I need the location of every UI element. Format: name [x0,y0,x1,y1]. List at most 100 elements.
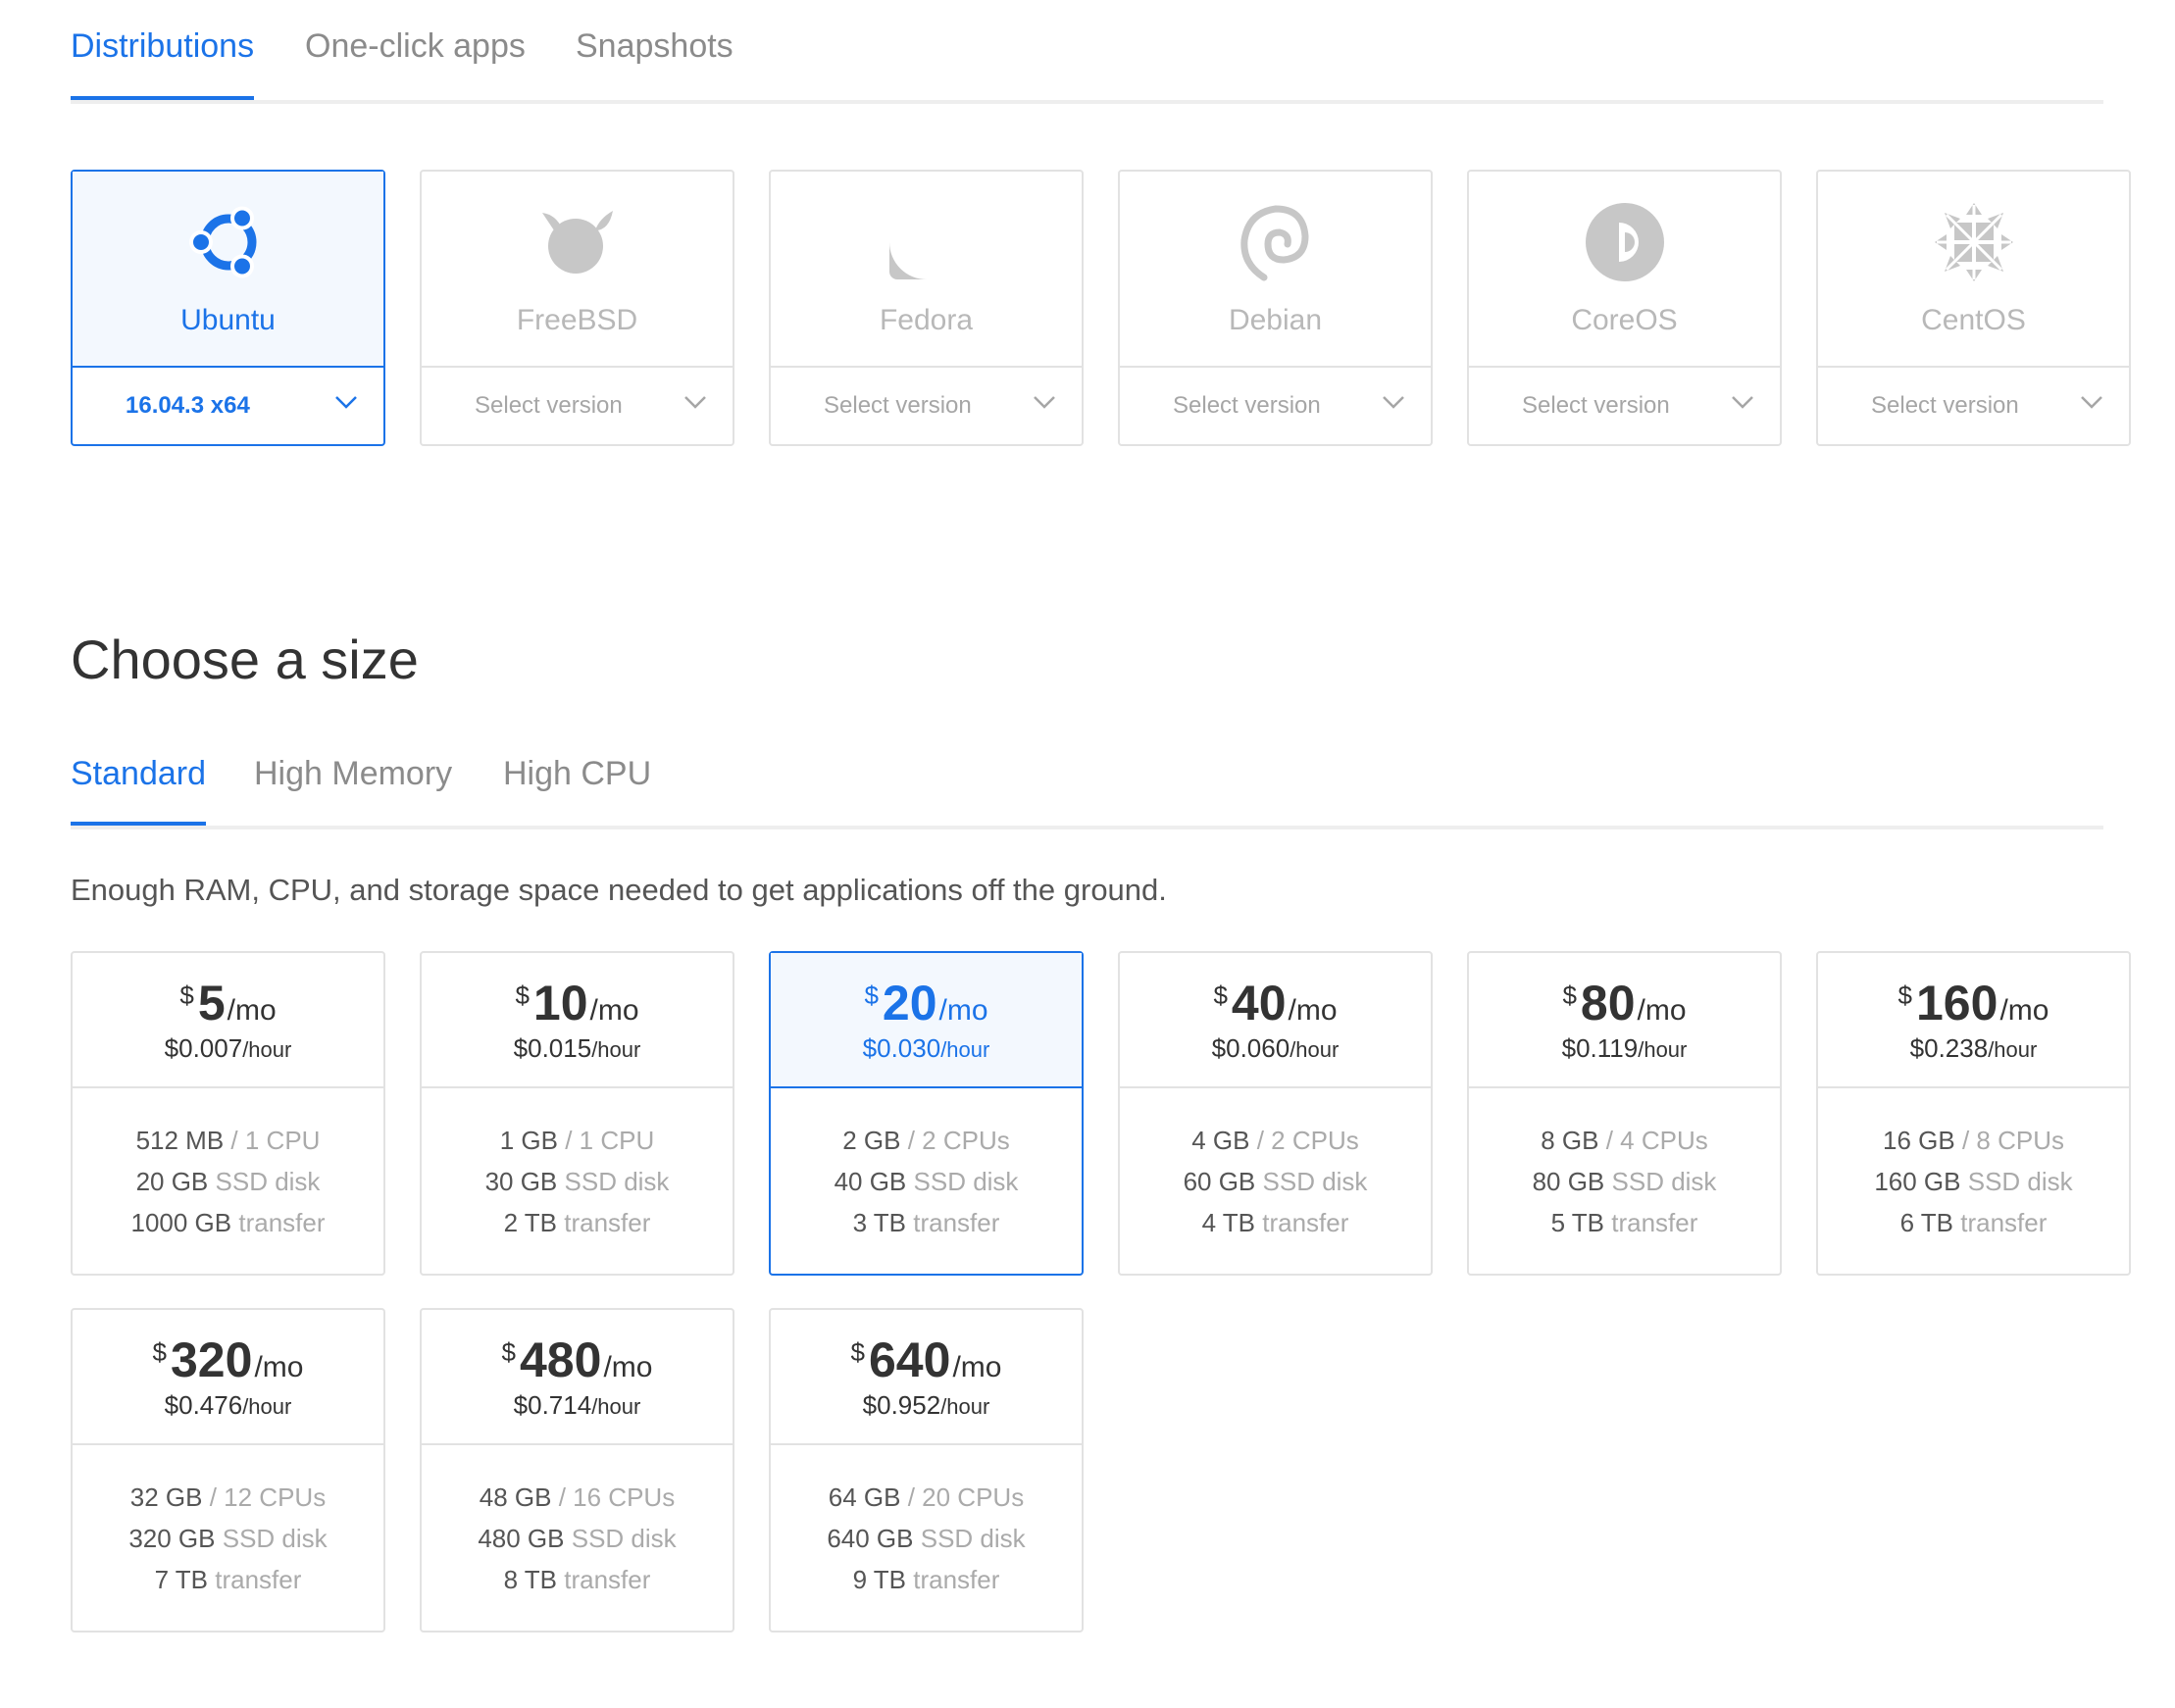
fedora-logo-icon [888,205,964,279]
tab-distributions[interactable]: Distributions [71,27,255,100]
tab-one-click-apps[interactable]: One-click apps [305,27,526,66]
transfer-unit: transfer [1611,1208,1698,1237]
disk-unit: SSD disk [913,1167,1019,1196]
monthly-price: 640 [869,1332,951,1387]
transfer-unit: transfer [564,1208,651,1237]
plan-price: $40/mo $0.060/hour [1120,953,1431,1088]
cpu-value: / 2 CPUs [907,1126,1010,1155]
version-select[interactable]: Select version [1120,368,1431,444]
transfer-value: 9 TB [852,1565,907,1594]
distribution-header[interactable]: Fedora [771,172,1082,368]
hourly-unit: /hour [1290,1037,1340,1062]
tab-standard[interactable]: Standard [71,755,206,826]
distribution-name: CentOS [1921,304,2026,336]
distribution-header[interactable]: CentOS [1818,172,2129,368]
monthly-price: 5 [197,976,226,1030]
version-select[interactable]: Select version [1469,368,1780,444]
transfer-unit: transfer [564,1565,651,1594]
debian-logo-icon [1239,205,1309,281]
monthly-price: 320 [171,1332,253,1387]
version-select[interactable]: Select version [1818,368,2129,444]
plan-price: $640/mo $0.952/hour [771,1310,1082,1445]
monthly-unit: /mo [254,1351,304,1383]
plan-price: $160/mo $0.238/hour [1818,953,2129,1088]
distribution-card-debian[interactable]: Debian Select version [1118,170,1433,446]
distribution-header[interactable]: Debian [1120,172,1431,368]
disk-value: 320 GB [128,1524,216,1553]
currency-symbol: $ [152,1337,167,1367]
disk-value: 80 GB [1532,1167,1605,1196]
distribution-card-fedora[interactable]: Fedora Select version [769,170,1084,446]
distribution-header[interactable]: Ubuntu [73,172,383,368]
disk-unit: SSD disk [222,1524,328,1553]
size-plan-card[interactable]: $640/mo $0.952/hour 64 GB / 20 CPUs 640 … [769,1308,1084,1633]
plan-price: $5/mo $0.007/hour [73,953,383,1088]
size-plan-card[interactable]: $80/mo $0.119/hour 8 GB / 4 CPUs 80 GB S… [1467,951,1782,1276]
tab-snapshots[interactable]: Snapshots [576,27,733,66]
size-plan-card[interactable]: $10/mo $0.015/hour 1 GB / 1 CPU 30 GB SS… [420,951,734,1276]
version-select[interactable]: Select version [422,368,733,444]
currency-symbol: $ [501,1337,516,1367]
memory-value: 8 GB [1541,1126,1599,1155]
transfer-value: 6 TB [1899,1208,1954,1237]
distribution-name: Debian [1228,304,1323,336]
size-plan-card[interactable]: $5/mo $0.007/hour 512 MB / 1 CPU 20 GB S… [71,951,385,1276]
currency-symbol: $ [1213,980,1228,1010]
hourly-unit: /hour [1988,1037,2038,1062]
disk-unit: SSD disk [1611,1167,1717,1196]
chevron-down-icon [2081,396,2102,409]
distribution-card-centos[interactable]: CentOS Select version [1816,170,2131,446]
monthly-unit: /mo [952,1351,1002,1383]
memory-value: 1 GB [499,1126,558,1155]
freebsd-logo-icon [541,211,613,274]
version-select[interactable]: Select version [771,368,1082,444]
size-plan-card[interactable]: $160/mo $0.238/hour 16 GB / 8 CPUs 160 G… [1816,951,2131,1276]
memory-value: 16 GB [1883,1126,1955,1155]
version-value: Select version [1871,392,2019,419]
version-select[interactable]: 16.04.3 x64 [73,368,383,444]
size-plan-card[interactable]: $320/mo $0.476/hour 32 GB / 12 CPUs 320 … [71,1308,385,1633]
disk-value: 160 GB [1874,1167,1961,1196]
distribution-card-ubuntu[interactable]: Ubuntu 16.04.3 x64 [71,170,385,446]
disk-value: 30 GB [484,1167,558,1196]
cpu-value: / 2 CPUs [1256,1126,1359,1155]
size-plan-card[interactable]: $480/mo $0.714/hour 48 GB / 16 CPUs 480 … [420,1308,734,1633]
monthly-unit: /mo [1999,994,2049,1027]
size-plan-card[interactable]: $40/mo $0.060/hour 4 GB / 2 CPUs 60 GB S… [1118,951,1433,1276]
plan-price: $320/mo $0.476/hour [73,1310,383,1445]
plan-specs: 64 GB / 20 CPUs 640 GB SSD disk 9 TB tra… [771,1477,1082,1600]
tab-high-cpu[interactable]: High CPU [503,755,651,793]
chevron-down-icon [1732,396,1753,409]
transfer-value: 2 TB [503,1208,558,1237]
currency-symbol: $ [850,1337,865,1367]
distribution-header[interactable]: CoreOS [1469,172,1780,368]
chevron-down-icon [1034,396,1055,409]
hourly-price: $0.476 [164,1390,243,1420]
tab-high-memory[interactable]: High Memory [254,755,452,793]
disk-unit: SSD disk [564,1167,670,1196]
monthly-price: 160 [1916,976,1998,1030]
transfer-value: 5 TB [1550,1208,1605,1237]
disk-value: 60 GB [1183,1167,1256,1196]
transfer-unit: transfer [215,1565,302,1594]
memory-value: 64 GB [828,1482,901,1512]
distribution-card-freebsd[interactable]: FreeBSD Select version [420,170,734,446]
transfer-unit: transfer [1262,1208,1349,1237]
version-value: Select version [475,392,623,419]
size-description: Enough RAM, CPU, and storage space neede… [71,873,1167,907]
plan-price: $10/mo $0.015/hour [422,953,733,1088]
distribution-header[interactable]: FreeBSD [422,172,733,368]
hourly-price: $0.060 [1211,1033,1290,1063]
transfer-unit: transfer [238,1208,326,1237]
cpu-value: / 20 CPUs [907,1482,1025,1512]
hourly-unit: /hour [591,1394,641,1419]
plan-specs: 16 GB / 8 CPUs 160 GB SSD disk 6 TB tran… [1818,1120,2129,1243]
hourly-price: $0.714 [513,1390,592,1420]
cpu-value: / 8 CPUs [1961,1126,2064,1155]
disk-unit: SSD disk [215,1167,321,1196]
cpu-value: / 4 CPUs [1605,1126,1708,1155]
transfer-value: 8 TB [503,1565,558,1594]
size-plan-card-selected[interactable]: $20/mo $0.030/hour 2 GB / 2 CPUs 40 GB S… [769,951,1084,1276]
distribution-card-coreos[interactable]: CoreOS Select version [1467,170,1782,446]
plan-specs: 8 GB / 4 CPUs 80 GB SSD disk 5 TB transf… [1469,1120,1780,1243]
